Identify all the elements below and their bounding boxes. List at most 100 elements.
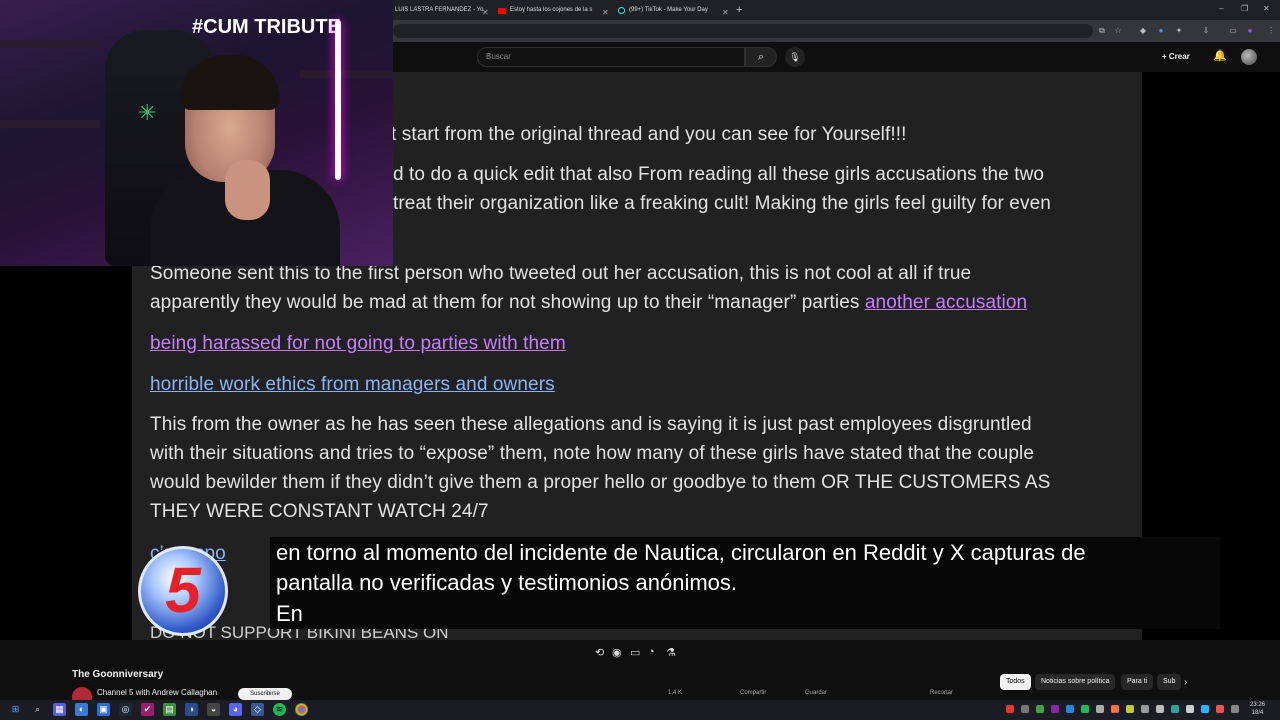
tray-icon[interactable]: [1141, 705, 1149, 713]
chip-noticias[interactable]: Noticias sobre política: [1035, 674, 1116, 690]
tab-title: (99+) TikTok - Make Your Day: [629, 7, 708, 13]
neon-light: [335, 20, 341, 180]
close-window-button[interactable]: ✕: [1263, 4, 1270, 13]
app-icon[interactable]: ▣: [97, 703, 110, 716]
link-another-accusation: another accusation: [864, 292, 1028, 313]
notifications-bell-icon[interactable]: 🔔: [1213, 49, 1227, 62]
chevron-right-icon[interactable]: ›: [1184, 677, 1187, 688]
chrome-icon[interactable]: [295, 703, 308, 716]
tray-icon[interactable]: [1216, 705, 1224, 713]
lab-flask-icon[interactable]: ⚗: [666, 646, 676, 659]
maximize-button[interactable]: ❐: [1241, 4, 1248, 13]
search-icon[interactable]: ⌕: [31, 703, 44, 716]
doc-line: treat their organization like a freaking…: [393, 193, 1051, 214]
share-button[interactable]: Compartir: [740, 690, 766, 700]
search-icon: ⌕: [757, 51, 765, 63]
doc-line: would bewilder them if they didn’t give …: [150, 472, 1051, 493]
steam-icon[interactable]: ◎: [119, 703, 132, 716]
tiktok-favicon-icon: [618, 7, 625, 14]
windows-start-icon[interactable]: ⊞: [9, 703, 22, 716]
link-being-harassed: being harassed for not going to parties …: [150, 333, 566, 354]
tray-icon[interactable]: [1006, 705, 1014, 713]
chip-sub[interactable]: Sub: [1157, 674, 1182, 690]
close-icon[interactable]: ✕: [482, 5, 489, 20]
tray-icon[interactable]: [1201, 705, 1209, 713]
like-button[interactable]: 1,4 K: [668, 690, 682, 700]
create-button[interactable]: + Crear: [1162, 48, 1190, 66]
minimize-button[interactable]: –: [1219, 4, 1223, 13]
profile-icon[interactable]: ●: [1245, 26, 1255, 36]
audio-icon[interactable]: ◉: [612, 646, 622, 659]
razer-logo-icon: ✳: [138, 100, 157, 125]
tray-icon[interactable]: [1231, 705, 1239, 713]
clock-date: 18/4: [1251, 710, 1264, 716]
tray-icon[interactable]: [1126, 705, 1134, 713]
downloads-icon[interactable]: ⇩: [1201, 26, 1211, 36]
doc-line-text: apparently they would be mad at them for…: [150, 292, 865, 313]
volume-icon[interactable]: [1186, 705, 1194, 713]
loop-icon[interactable]: ⟲: [595, 646, 604, 659]
doc-line: This from the owner as he has seen these…: [150, 414, 1032, 435]
install-icon[interactable]: ⧉: [1097, 26, 1107, 36]
taskbar-clock[interactable]: 23:26 18/4: [1250, 701, 1265, 717]
subtitle-line: en torno al momento del incidente de Nau…: [276, 540, 1086, 565]
channel-name[interactable]: Channel 5 with Andrew Callaghan: [97, 688, 217, 697]
voice-search-button[interactable]: 🎙: [785, 47, 805, 67]
miniplayer-icon[interactable]: ▭: [630, 646, 640, 659]
tray-icon[interactable]: [1066, 705, 1074, 713]
doc-line: apparently they would be mad at them for…: [150, 292, 1027, 314]
tray-icon[interactable]: [1021, 705, 1029, 713]
chip-todos[interactable]: Todos: [1000, 674, 1031, 690]
tray-icon[interactable]: [1036, 705, 1044, 713]
address-bar[interactable]: [393, 24, 1093, 38]
discord-icon[interactable]: ◕: [229, 703, 242, 716]
clock-time: 23:26: [1250, 702, 1266, 708]
youtube-favicon-icon: [498, 7, 506, 14]
speed-icon[interactable]: ◔: [648, 646, 655, 658]
tab-luis-lastra[interactable]: LUIS LASTRA FERNANDEZ - Yo: [383, 3, 491, 18]
search-button[interactable]: ⌕: [745, 47, 777, 67]
sidebar-icon[interactable]: ▭: [1228, 26, 1238, 36]
clip-button[interactable]: Recortar: [930, 690, 953, 700]
webcam-overlay: ✳ #CUM TRIBUTE: [0, 0, 393, 266]
save-button[interactable]: Guardar: [805, 690, 827, 700]
app-icon[interactable]: ✔: [141, 703, 154, 716]
tab-title: LUIS LASTRA FERNANDEZ - Yo: [395, 7, 484, 13]
close-icon[interactable]: ✕: [602, 5, 609, 20]
chip-para-ti[interactable]: Para ti: [1121, 674, 1154, 690]
app-icon[interactable]: ◇: [251, 703, 264, 716]
tab-title: Estoy hasta los cojones de la s: [510, 7, 593, 13]
tray-icon[interactable]: [1096, 705, 1104, 713]
app-icon[interactable]: ◐: [75, 703, 88, 716]
doc-line: with their situations and tries to “expo…: [150, 443, 1035, 464]
tray-icon[interactable]: [1081, 705, 1089, 713]
tray-icon[interactable]: [1171, 705, 1179, 713]
tab-tiktok[interactable]: (99+) TikTok - Make Your Day: [618, 3, 726, 18]
streamer-hand: [225, 160, 270, 220]
channel-5-logo-number: 5: [165, 554, 201, 626]
app-icon[interactable]: ◒: [207, 703, 220, 716]
shelf: [0, 120, 100, 128]
menu-kebab-icon[interactable]: ⋮: [1266, 26, 1276, 36]
spotify-icon[interactable]: ≋: [273, 703, 286, 716]
shelf: [0, 40, 100, 48]
tab-estoy-hasta[interactable]: Estoy hasta los cojones de la s: [498, 3, 606, 18]
extension-icon[interactable]: ●: [1156, 26, 1166, 36]
wifi-icon[interactable]: [1156, 705, 1164, 713]
subscribe-button[interactable]: Suscribirse: [238, 688, 292, 700]
app-icon[interactable]: ▤: [163, 703, 176, 716]
doc-line: t start from the original thread and you…: [391, 124, 907, 145]
search-input[interactable]: Buscar: [477, 47, 745, 67]
tray-icon[interactable]: [1111, 705, 1119, 713]
app-icon[interactable]: ◑: [185, 703, 198, 716]
poster-text: #CUM TRIBUTE: [192, 16, 341, 38]
new-tab-button[interactable]: +: [736, 4, 742, 16]
bookmark-star-icon[interactable]: ☆: [1113, 26, 1123, 36]
extensions-puzzle-icon[interactable]: ✦: [1174, 26, 1184, 36]
close-icon[interactable]: ✕: [722, 5, 729, 20]
app-icon[interactable]: ▦: [53, 703, 66, 716]
doc-line: Someone sent this to the first person wh…: [150, 263, 972, 284]
tray-icon[interactable]: [1051, 705, 1059, 713]
extension-icon[interactable]: ◆: [1138, 26, 1148, 36]
account-avatar[interactable]: [1241, 49, 1257, 65]
